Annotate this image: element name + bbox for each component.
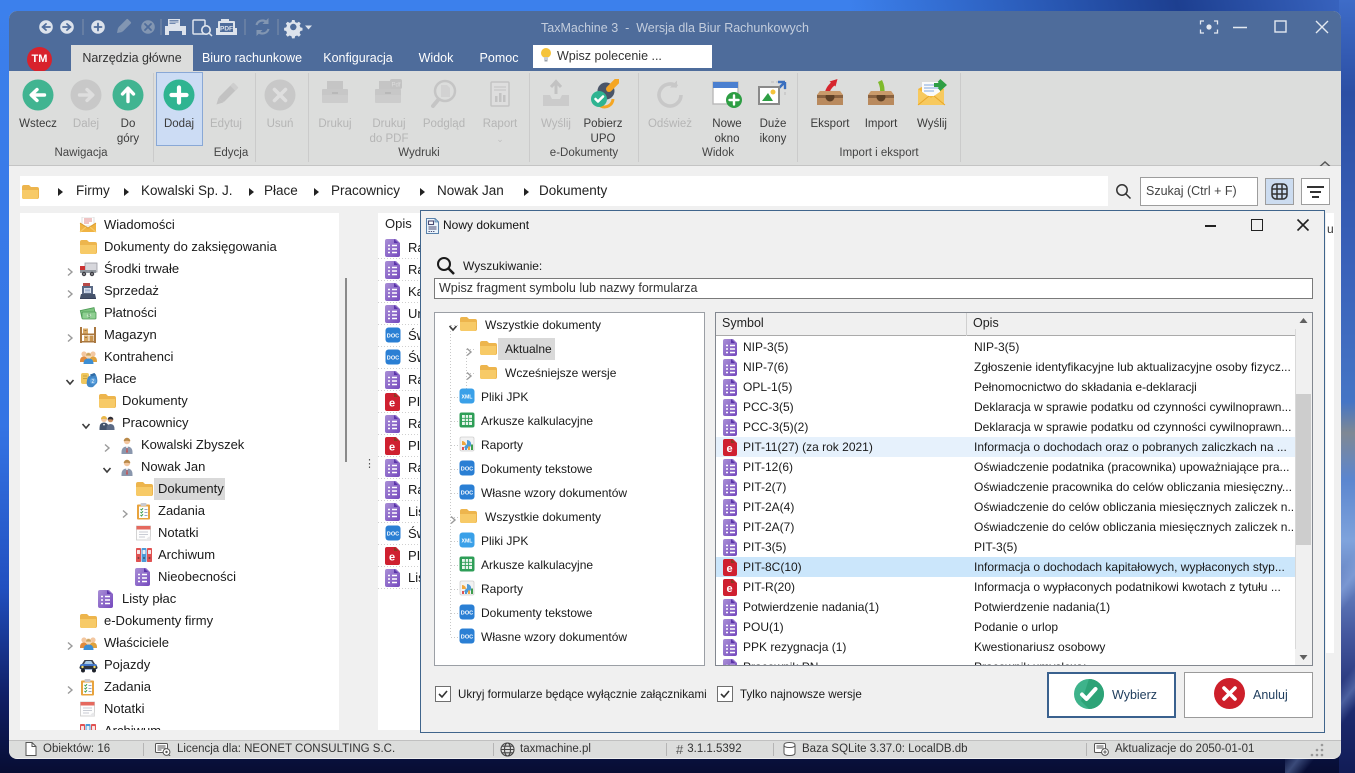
svg-text:z: z [92,379,95,385]
svg-text:e: e [389,398,395,410]
svg-text:e: e [389,442,395,454]
svg-text:DOC: DOC [387,356,399,362]
svg-text:DOC: DOC [387,532,399,538]
svg-text:DOC: DOC [461,611,473,617]
svg-text:PDF: PDF [220,26,233,33]
svg-text:e: e [726,563,732,575]
svg-text:XML: XML [462,539,474,545]
svg-text:DOC: DOC [387,334,399,340]
svg-text:DOC: DOC [461,467,473,473]
svg-text:DOC: DOC [461,635,473,641]
svg-text:e: e [726,583,732,595]
svg-text:XML: XML [462,395,474,401]
svg-text:Pdf: Pdf [391,83,400,89]
svg-text:$: $ [88,314,91,320]
svg-text:e: e [389,552,395,564]
svg-text:DOC: DOC [461,491,473,497]
svg-text:e: e [726,443,732,455]
